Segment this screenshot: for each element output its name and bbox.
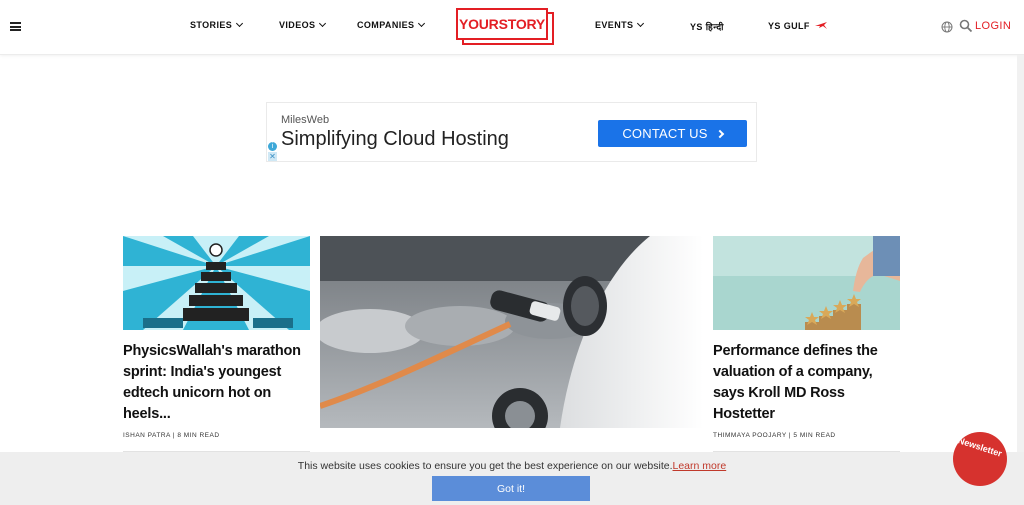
yourstory-logo[interactable]: YOURSTORY [456,8,556,46]
scrollbar[interactable] [1017,55,1024,505]
ad-close-icon[interactable]: ✕ [268,152,277,161]
chevron-down-icon [637,19,645,28]
article-title[interactable]: Performance defines the valuation of a c… [713,341,900,425]
hamburger-icon[interactable] [10,22,21,31]
top-navigation: STORIES VIDEOS COMPANIES YOURSTORY EVENT… [0,0,1024,55]
chevron-down-icon [236,19,244,28]
article-thumbnail[interactable] [713,236,900,330]
nav-events[interactable]: EVENTS [595,19,645,30]
article-meta: THIMMAYA POOJARY | 5 MIN READ [713,432,836,439]
nav-videos[interactable]: VIDEOS [279,19,327,30]
chevron-down-icon [319,19,327,28]
globe-icon[interactable] [941,21,953,33]
nav-events-label: EVENTS [595,20,634,30]
nav-stories[interactable]: STORIES [190,19,244,30]
nav-ys-gulf[interactable]: YS GULF [768,20,828,31]
plane-icon [814,22,827,29]
ad-banner[interactable]: MilesWeb Simplifying Cloud Hosting CONTA… [266,102,757,162]
article-thumbnail[interactable] [123,236,310,330]
newsletter-badge[interactable]: Newsletter [953,432,1007,486]
hero-image[interactable] [320,236,703,428]
nav-companies-label: COMPANIES [357,20,415,30]
cookie-consent-bar: This website uses cookies to ensure you … [0,452,1024,505]
chevron-down-icon [418,19,426,28]
nav-videos-label: VIDEOS [279,20,316,30]
ad-info-icon[interactable]: i [268,142,277,151]
article-card-left[interactable]: PhysicsWallah's marathon sprint: India's… [123,236,310,452]
got-it-button[interactable]: Got it! [432,476,590,501]
nav-ys-hindi[interactable]: YS हिन्दी [690,20,724,33]
logo-text: YOURSTORY [456,8,548,40]
article-card-right[interactable]: Performance defines the valuation of a c… [713,236,900,452]
ad-headline[interactable]: Simplifying Cloud Hosting [281,128,509,151]
nav-ys-gulf-label: YS GULF [768,21,810,31]
cookie-message: This website uses cookies to ensure you … [0,460,1024,472]
contact-us-label: CONTACT US [622,126,708,141]
nav-companies[interactable]: COMPANIES [357,19,426,30]
learn-more-link[interactable]: Learn more [673,460,727,472]
nav-stories-label: STORIES [190,20,233,30]
nav-ys-hindi-label: YS हिन्दी [690,22,724,32]
newsletter-label: Newsletter [956,435,1004,459]
search-icon[interactable] [959,19,973,33]
ad-brand: MilesWeb [281,114,330,126]
chevron-right-icon [715,129,724,138]
cookie-text: This website uses cookies to ensure you … [297,460,673,472]
contact-us-button[interactable]: CONTACT US [598,120,747,147]
article-meta: ISHAN PATRA | 8 MIN READ [123,432,220,439]
login-link[interactable]: LOGIN [975,20,1011,32]
article-title[interactable]: PhysicsWallah's marathon sprint: India's… [123,341,310,425]
